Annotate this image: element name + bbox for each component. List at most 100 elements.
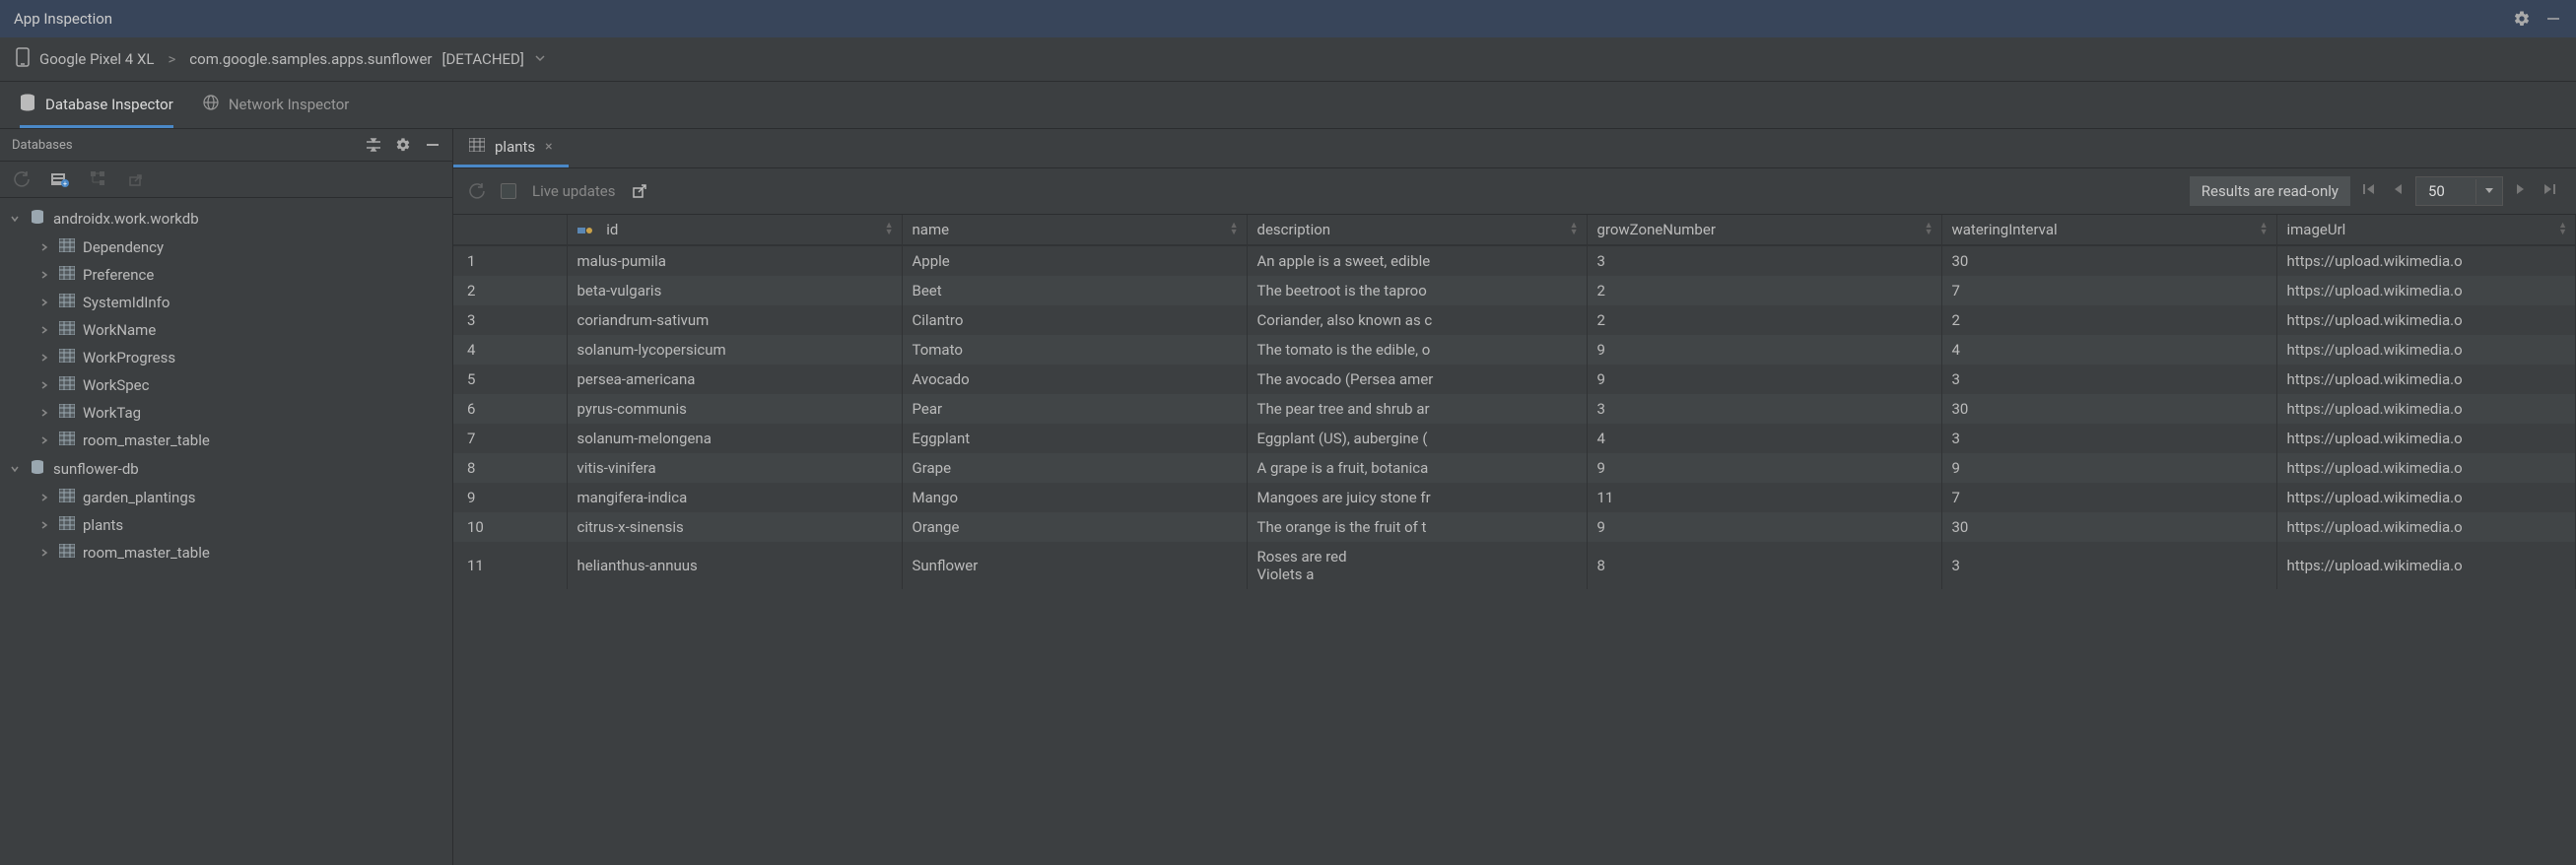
cell-id[interactable]: vitis-vinifera	[567, 453, 902, 483]
col-header-growzone[interactable]: growZoneNumber▲▼	[1587, 215, 1941, 245]
cell-name[interactable]: Pear	[902, 394, 1247, 424]
cell-imageurl[interactable]: https://upload.wikimedia.o	[2276, 453, 2576, 483]
rownum-header[interactable]	[453, 215, 567, 245]
tree-table[interactable]: Dependency	[0, 233, 452, 261]
cell-growzone[interactable]: 9	[1587, 335, 1941, 365]
cell-id[interactable]: pyrus-communis	[567, 394, 902, 424]
cell-growzone[interactable]: 3	[1587, 245, 1941, 276]
cell-imageurl[interactable]: https://upload.wikimedia.o	[2276, 394, 2576, 424]
live-updates-checkbox[interactable]	[501, 183, 516, 199]
cell-growzone[interactable]: 3	[1587, 394, 1941, 424]
tree-structure-icon[interactable]	[91, 171, 106, 187]
cell-description[interactable]: The orange is the fruit of t	[1247, 512, 1587, 542]
cell-growzone[interactable]: 8	[1587, 542, 1941, 589]
tree-database[interactable]: androidx.work.workdb	[0, 204, 452, 233]
cell-wateringinterval[interactable]: 30	[1941, 512, 2276, 542]
cell-imageurl[interactable]: https://upload.wikimedia.o	[2276, 483, 2576, 512]
cell-wateringinterval[interactable]: 3	[1941, 542, 2276, 589]
cell-imageurl[interactable]: https://upload.wikimedia.o	[2276, 305, 2576, 335]
col-header-imageurl[interactable]: imageUrl▲▼	[2276, 215, 2576, 245]
chevron-right-icon[interactable]	[39, 325, 51, 335]
table-row[interactable]: 1malus-pumilaAppleAn apple is a sweet, e…	[453, 245, 2576, 276]
cell-name[interactable]: Apple	[902, 245, 1247, 276]
cell-name[interactable]: Grape	[902, 453, 1247, 483]
hide-icon[interactable]	[425, 137, 441, 153]
close-icon[interactable]: ×	[545, 139, 552, 155]
cell-wateringinterval[interactable]: 2	[1941, 305, 2276, 335]
cell-growzone[interactable]: 9	[1587, 365, 1941, 394]
cell-name[interactable]: Mango	[902, 483, 1247, 512]
chevron-right-icon[interactable]	[39, 548, 51, 558]
cell-growzone[interactable]: 9	[1587, 512, 1941, 542]
table-row[interactable]: 10citrus-x-sinensisOrangeThe orange is t…	[453, 512, 2576, 542]
cell-id[interactable]: coriandrum-sativum	[567, 305, 902, 335]
cell-wateringinterval[interactable]: 30	[1941, 245, 2276, 276]
cell-imageurl[interactable]: https://upload.wikimedia.o	[2276, 365, 2576, 394]
tree-database[interactable]: sunflower-db	[0, 454, 452, 484]
first-page-icon[interactable]	[2358, 182, 2380, 200]
cell-growzone[interactable]: 11	[1587, 483, 1941, 512]
cell-id[interactable]: beta-vulgaris	[567, 276, 902, 305]
gear-icon[interactable]	[395, 137, 411, 153]
cell-wateringinterval[interactable]: 30	[1941, 394, 2276, 424]
adjust-icon[interactable]	[366, 137, 381, 153]
cell-description[interactable]: A grape is a fruit, botanica	[1247, 453, 1587, 483]
cell-imageurl[interactable]: https://upload.wikimedia.o	[2276, 512, 2576, 542]
cell-description[interactable]: The beetroot is the taproo	[1247, 276, 1587, 305]
chevron-down-icon[interactable]	[10, 214, 22, 224]
table-row[interactable]: 5persea-americanaAvocadoThe avocado (Per…	[453, 365, 2576, 394]
col-header-id[interactable]: id ▲▼	[567, 215, 902, 245]
tree-table[interactable]: Preference	[0, 261, 452, 289]
sort-icon[interactable]: ▲▼	[1230, 223, 1239, 236]
table-row[interactable]: 3coriandrum-sativumCilantroCoriander, al…	[453, 305, 2576, 335]
cell-description[interactable]: Eggplant (US), aubergine (	[1247, 424, 1587, 453]
cell-growzone[interactable]: 2	[1587, 276, 1941, 305]
prev-page-icon[interactable]	[2388, 182, 2407, 200]
chevron-right-icon[interactable]	[39, 520, 51, 530]
cell-name[interactable]: Sunflower	[902, 542, 1247, 589]
tab-database-inspector[interactable]: Database Inspector	[20, 82, 173, 128]
minimize-icon[interactable]	[2544, 10, 2562, 28]
cell-name[interactable]: Avocado	[902, 365, 1247, 394]
device-selector-bar[interactable]: Google Pixel 4 XL > com.google.samples.a…	[0, 37, 2576, 82]
chevron-down-icon[interactable]	[534, 50, 546, 68]
cell-imageurl[interactable]: https://upload.wikimedia.o	[2276, 276, 2576, 305]
chevron-right-icon[interactable]	[39, 435, 51, 445]
cell-id[interactable]: malus-pumila	[567, 245, 902, 276]
cell-id[interactable]: mangifera-indica	[567, 483, 902, 512]
cell-growzone[interactable]: 2	[1587, 305, 1941, 335]
cell-name[interactable]: Eggplant	[902, 424, 1247, 453]
cell-description[interactable]: The tomato is the edible, o	[1247, 335, 1587, 365]
table-row[interactable]: 8vitis-viniferaGrapeA grape is a fruit, …	[453, 453, 2576, 483]
popout-icon[interactable]	[632, 183, 647, 199]
table-row[interactable]: 2 beta-vulgarisBeetThe beetroot is the ta…	[453, 276, 2576, 305]
cell-imageurl[interactable]: https://upload.wikimedia.o	[2276, 335, 2576, 365]
cell-name[interactable]: Tomato	[902, 335, 1247, 365]
cell-description[interactable]: Mangoes are juicy stone fr	[1247, 483, 1587, 512]
cell-growzone[interactable]: 4	[1587, 424, 1941, 453]
cell-imageurl[interactable]: https://upload.wikimedia.o	[2276, 542, 2576, 589]
cell-wateringinterval[interactable]: 3	[1941, 365, 2276, 394]
tree-table[interactable]: WorkTag	[0, 399, 452, 427]
last-page-icon[interactable]	[2539, 182, 2560, 200]
next-page-icon[interactable]	[2511, 182, 2531, 200]
sort-icon[interactable]: ▲▼	[2558, 223, 2567, 236]
chevron-right-icon[interactable]	[39, 493, 51, 502]
cell-imageurl[interactable]: https://upload.wikimedia.o	[2276, 424, 2576, 453]
tree-table[interactable]: WorkSpec	[0, 371, 452, 399]
new-query-icon[interactable]: +	[51, 171, 69, 187]
sort-icon[interactable]: ▲▼	[1570, 223, 1579, 236]
chevron-down-icon[interactable]	[10, 464, 22, 474]
chevron-down-icon[interactable]	[2475, 179, 2502, 204]
chevron-right-icon[interactable]	[39, 242, 51, 252]
cell-imageurl[interactable]: https://upload.wikimedia.o	[2276, 245, 2576, 276]
cell-id[interactable]: helianthus-annuus	[567, 542, 902, 589]
sort-icon[interactable]: ▲▼	[1925, 223, 1933, 236]
cell-wateringinterval[interactable]: 4	[1941, 335, 2276, 365]
cell-id[interactable]: persea-americana	[567, 365, 902, 394]
tree-table[interactable]: WorkName	[0, 316, 452, 344]
gear-icon[interactable]	[2513, 10, 2531, 28]
chevron-right-icon[interactable]	[39, 298, 51, 307]
cell-name[interactable]: Beet	[902, 276, 1247, 305]
table-row[interactable]: 9mangifera-indicaMangoMangoes are juicy …	[453, 483, 2576, 512]
